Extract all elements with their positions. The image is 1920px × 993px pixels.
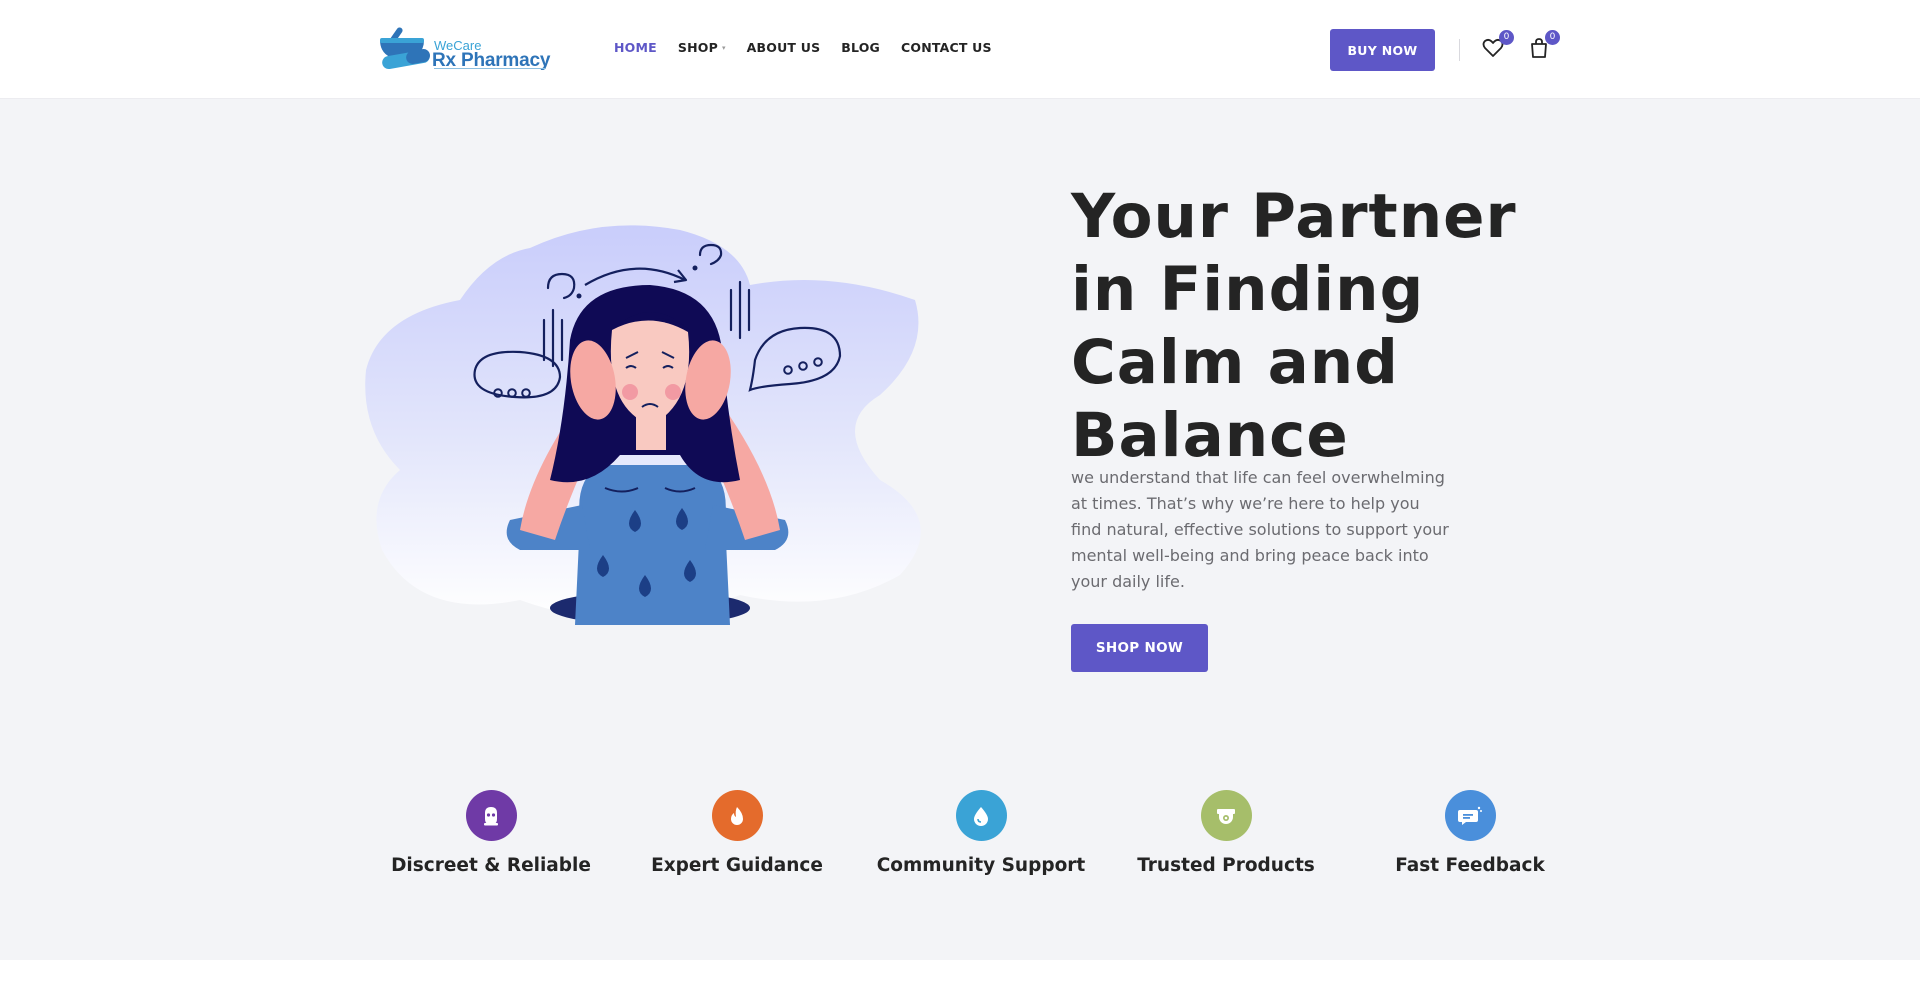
hero-title: Your Partner in Finding Calm and Balance: [1071, 181, 1517, 471]
chat-icon: [1444, 790, 1496, 841]
nav-label: CONTACT US: [901, 40, 992, 55]
main-nav: HOME SHOP ▾ ABOUT US BLOG CONTACT US: [614, 40, 1013, 55]
camera-icon: [1200, 790, 1252, 841]
nav-label: ABOUT US: [746, 40, 821, 55]
nav-label: BLOG: [841, 40, 880, 55]
buy-now-button[interactable]: BUY NOW: [1330, 29, 1435, 71]
feature-label: Fast Feedback: [1395, 855, 1545, 876]
feature-label: Discreet & Reliable: [391, 855, 591, 876]
wishlist-button[interactable]: 0: [1481, 30, 1514, 66]
cart-button[interactable]: 0: [1527, 30, 1560, 66]
feature-label: Expert Guidance: [651, 855, 823, 876]
nav-item-home[interactable]: HOME: [614, 40, 657, 55]
shop-now-button[interactable]: SHOP NOW: [1071, 624, 1208, 672]
feature-trusted-products: Trusted Products: [1111, 790, 1341, 876]
wishlist-count-badge: 0: [1499, 30, 1514, 45]
chevron-down-icon: ▾: [721, 43, 726, 52]
nav-item-shop[interactable]: SHOP ▾: [678, 40, 726, 55]
nav-item-about-us[interactable]: ABOUT US: [747, 40, 821, 55]
site-header: WeCare Rx Pharmacy HOME SHOP ▾ ABOUT US B…: [0, 0, 1920, 99]
page-bottom-strip: [0, 960, 1920, 993]
feature-label: Community Support: [876, 855, 1086, 876]
cart-count-badge: 0: [1545, 30, 1560, 45]
feature-fast-feedback: Fast Feedback: [1355, 790, 1585, 876]
feature-discreet-reliable: Discreet & Reliable: [376, 790, 606, 876]
header-divider: [1459, 39, 1460, 61]
stressed-woman-illustration: [365, 225, 921, 625]
mask-icon: [465, 790, 517, 841]
nav-item-blog[interactable]: BLOG: [841, 40, 880, 55]
nav-label: HOME: [614, 40, 657, 55]
feature-community-support: Community Support: [866, 790, 1096, 876]
feature-label: Trusted Products: [1137, 855, 1315, 876]
flame-icon: [711, 790, 763, 841]
hero-description: we understand that life can feel overwhe…: [1071, 468, 1449, 591]
nav-label: SHOP: [677, 40, 718, 55]
logo-tagline-line: [434, 68, 546, 71]
nav-item-contact-us[interactable]: CONTACT US: [901, 40, 992, 55]
feature-expert-guidance: Expert Guidance: [622, 790, 852, 876]
drop-icon: [955, 790, 1007, 841]
features-row: Discreet & Reliable Expert Guidance Comm…: [376, 790, 1545, 890]
